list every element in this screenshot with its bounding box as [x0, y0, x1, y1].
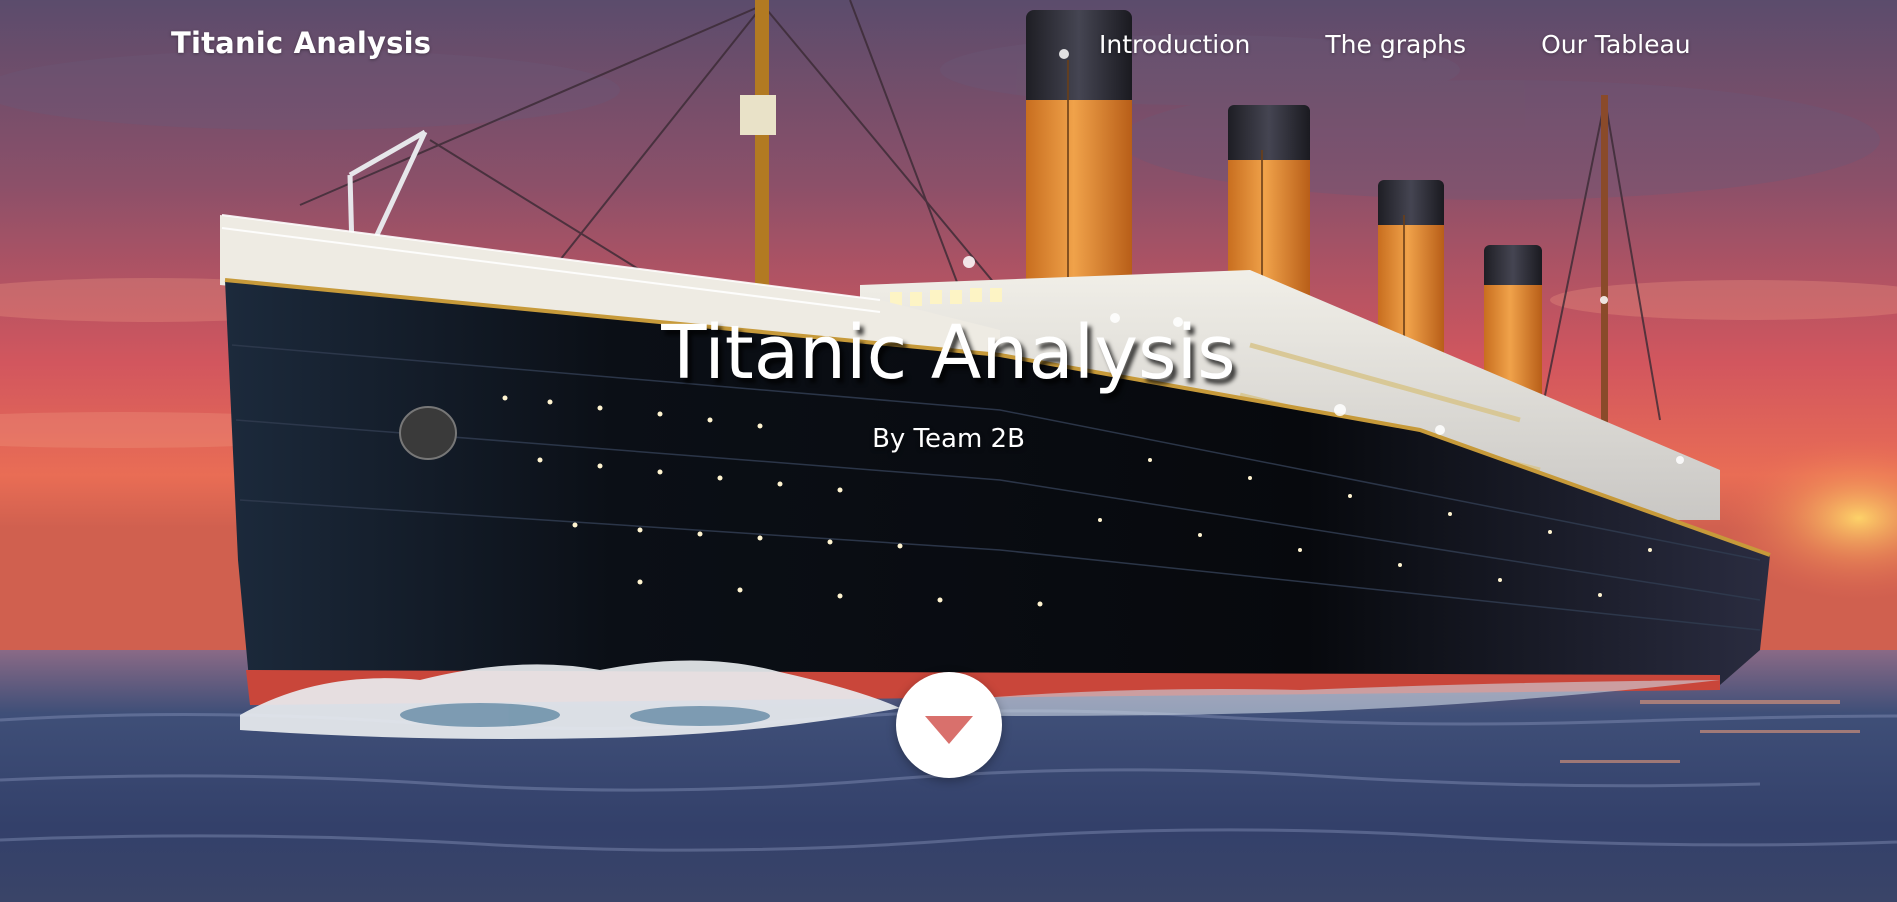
hero-subtitle: By Team 2B: [872, 424, 1025, 454]
top-navbar: Titanic Analysis Introduction The graphs…: [0, 0, 1897, 92]
brand-link[interactable]: Titanic Analysis: [171, 26, 431, 60]
caret-down-icon: [925, 716, 973, 744]
nav-links: Introduction The graphs Our Tableau: [1099, 30, 1691, 59]
nav-link-our-tableau[interactable]: Our Tableau: [1541, 30, 1691, 59]
hero-section: Titanic Analysis Introduction The graphs…: [0, 0, 1897, 902]
nav-link-the-graphs[interactable]: The graphs: [1325, 30, 1466, 59]
hero-title: Titanic Analysis: [661, 310, 1236, 396]
scroll-down-button[interactable]: [896, 672, 1002, 778]
nav-link-introduction[interactable]: Introduction: [1099, 30, 1250, 59]
